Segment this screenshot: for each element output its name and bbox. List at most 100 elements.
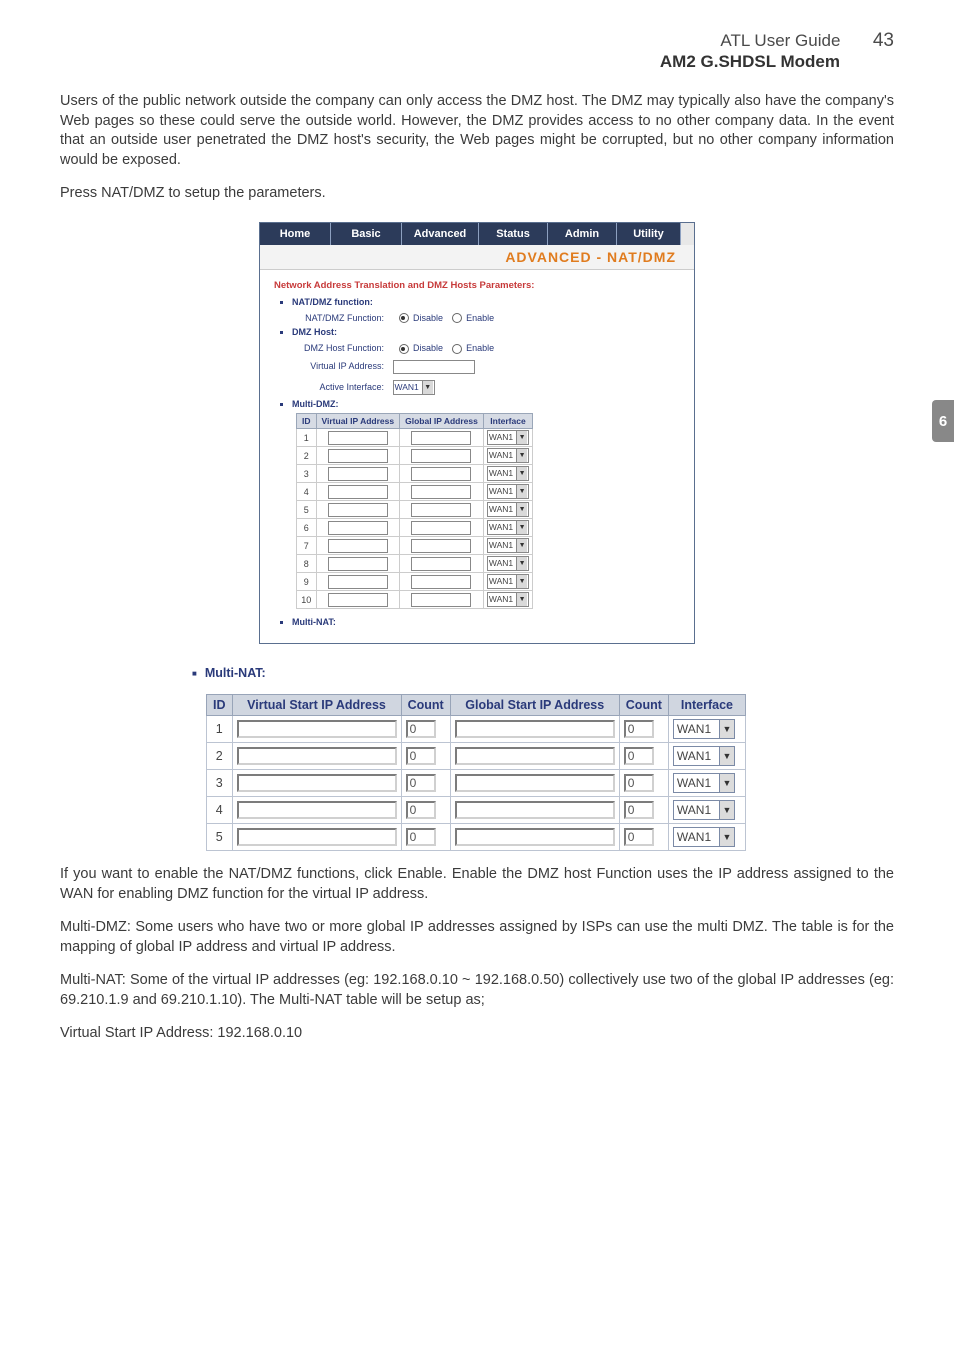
chevron-down-icon: ▼ — [719, 828, 734, 846]
input-count-virtual[interactable]: 0 — [406, 801, 436, 819]
input-global-ip[interactable] — [411, 593, 471, 607]
chapter-tab: 6 — [932, 400, 954, 442]
input-count-virtual[interactable]: 0 — [406, 747, 436, 765]
screenshot-multi-nat: Multi-NAT: ID Virtual Start IP Address C… — [192, 666, 762, 851]
label-active-interface: Active Interface: — [296, 382, 384, 392]
input-global-start-ip[interactable] — [455, 801, 615, 819]
input-virtual-ip[interactable] — [328, 539, 388, 553]
input-virtual-start-ip[interactable] — [237, 828, 397, 846]
select-interface[interactable]: WAN1▼ — [487, 574, 529, 589]
cell-id: 3 — [207, 770, 233, 797]
input-virtual-start-ip[interactable] — [237, 774, 397, 792]
radio-natdmz-enable[interactable] — [452, 313, 462, 323]
select-interface[interactable]: WAN1▼ — [673, 719, 735, 739]
select-interface[interactable]: WAN1▼ — [673, 800, 735, 820]
input-global-ip[interactable] — [411, 539, 471, 553]
input-global-ip[interactable] — [411, 557, 471, 571]
table-multi-nat: ID Virtual Start IP Address Count Global… — [206, 694, 746, 851]
row-dmz-host-function: DMZ Host Function: Disable Enable — [296, 343, 684, 354]
radio-label-disable-2: Disable — [413, 343, 443, 353]
select-interface[interactable]: WAN1▼ — [487, 430, 529, 445]
select-value: WAN1 — [489, 522, 513, 533]
input-global-ip[interactable] — [411, 485, 471, 499]
input-virtual-ip[interactable] — [328, 467, 388, 481]
input-global-ip[interactable] — [411, 575, 471, 589]
cell-id: 5 — [297, 501, 317, 519]
table-row: 1WAN1▼ — [297, 429, 533, 447]
select-interface[interactable]: WAN1▼ — [487, 556, 529, 571]
radio-dmzhost-enable[interactable] — [452, 344, 462, 354]
input-global-start-ip[interactable] — [455, 720, 615, 738]
input-count-global[interactable]: 0 — [624, 774, 654, 792]
chevron-down-icon: ▼ — [422, 381, 433, 394]
col-count: Count — [401, 695, 450, 716]
select-interface[interactable]: WAN1▼ — [487, 538, 529, 553]
input-global-ip[interactable] — [411, 449, 471, 463]
input-virtual-ip[interactable] — [328, 449, 388, 463]
select-active-interface[interactable]: WAN1 ▼ — [393, 380, 435, 395]
select-interface[interactable]: WAN1▼ — [487, 466, 529, 481]
table-multi-dmz: ID Virtual IP Address Global IP Address … — [296, 413, 533, 609]
input-count-global[interactable]: 0 — [624, 720, 654, 738]
nav-admin[interactable]: Admin — [548, 223, 617, 245]
table-row: 500WAN1▼ — [207, 824, 746, 851]
chevron-down-icon: ▼ — [719, 747, 734, 765]
input-count-virtual[interactable]: 0 — [406, 828, 436, 846]
page-title-band: ADVANCED - NAT/DMZ — [260, 245, 694, 270]
heading-dmz-host: DMZ Host: — [292, 327, 684, 337]
input-virtual-ip[interactable] — [393, 360, 475, 374]
input-global-ip[interactable] — [411, 431, 471, 445]
input-virtual-ip[interactable] — [328, 431, 388, 445]
select-value: WAN1 — [489, 558, 513, 569]
paragraph-3: If you want to enable the NAT/DMZ functi… — [60, 865, 894, 904]
select-interface[interactable]: WAN1▼ — [487, 484, 529, 499]
input-virtual-ip[interactable] — [328, 521, 388, 535]
select-interface[interactable]: WAN1▼ — [487, 592, 529, 607]
input-count-virtual[interactable]: 0 — [406, 774, 436, 792]
table-row: 2WAN1▼ — [297, 447, 533, 465]
input-virtual-ip[interactable] — [328, 593, 388, 607]
input-global-start-ip[interactable] — [455, 747, 615, 765]
col-iface: Interface — [668, 695, 745, 716]
radio-dmzhost-disable[interactable] — [399, 344, 409, 354]
col-gip: Global IP Address — [400, 414, 484, 429]
input-global-start-ip[interactable] — [455, 774, 615, 792]
nav-status[interactable]: Status — [479, 223, 548, 245]
input-virtual-start-ip[interactable] — [237, 720, 397, 738]
nav-advanced[interactable]: Advanced — [402, 223, 479, 245]
section-title: Network Address Translation and DMZ Host… — [274, 280, 684, 291]
input-virtual-ip[interactable] — [328, 503, 388, 517]
chevron-down-icon: ▼ — [516, 503, 527, 516]
input-virtual-ip[interactable] — [328, 557, 388, 571]
select-interface[interactable]: WAN1▼ — [673, 773, 735, 793]
select-interface[interactable]: WAN1▼ — [487, 520, 529, 535]
input-count-virtual[interactable]: 0 — [406, 720, 436, 738]
input-global-ip[interactable] — [411, 521, 471, 535]
input-count-global[interactable]: 0 — [624, 747, 654, 765]
select-value: WAN1 — [489, 504, 513, 515]
input-virtual-start-ip[interactable] — [237, 747, 397, 765]
input-count-global[interactable]: 0 — [624, 828, 654, 846]
input-virtual-ip[interactable] — [328, 575, 388, 589]
select-interface[interactable]: WAN1▼ — [487, 502, 529, 517]
table-row: 4WAN1▼ — [297, 483, 533, 501]
col-iface: Interface — [483, 414, 532, 429]
input-global-ip[interactable] — [411, 503, 471, 517]
page-header: ATL User Guide 43 AM2 G.SHDSL Modem — [60, 30, 894, 72]
label-natdmz-function: NAT/DMZ Function: — [296, 313, 384, 323]
radio-natdmz-disable[interactable] — [399, 313, 409, 323]
nav-basic[interactable]: Basic — [331, 223, 402, 245]
input-count-global[interactable]: 0 — [624, 801, 654, 819]
paragraph-1: Users of the public network outside the … — [60, 92, 894, 170]
cell-id: 8 — [297, 555, 317, 573]
nav-utility[interactable]: Utility — [617, 223, 681, 245]
select-interface[interactable]: WAN1▼ — [673, 746, 735, 766]
select-interface[interactable]: WAN1▼ — [487, 448, 529, 463]
input-virtual-start-ip[interactable] — [237, 801, 397, 819]
input-virtual-ip[interactable] — [328, 485, 388, 499]
header-subtitle: AM2 G.SHDSL Modem — [60, 52, 840, 72]
nav-home[interactable]: Home — [260, 223, 331, 245]
input-global-ip[interactable] — [411, 467, 471, 481]
input-global-start-ip[interactable] — [455, 828, 615, 846]
select-interface[interactable]: WAN1▼ — [673, 827, 735, 847]
